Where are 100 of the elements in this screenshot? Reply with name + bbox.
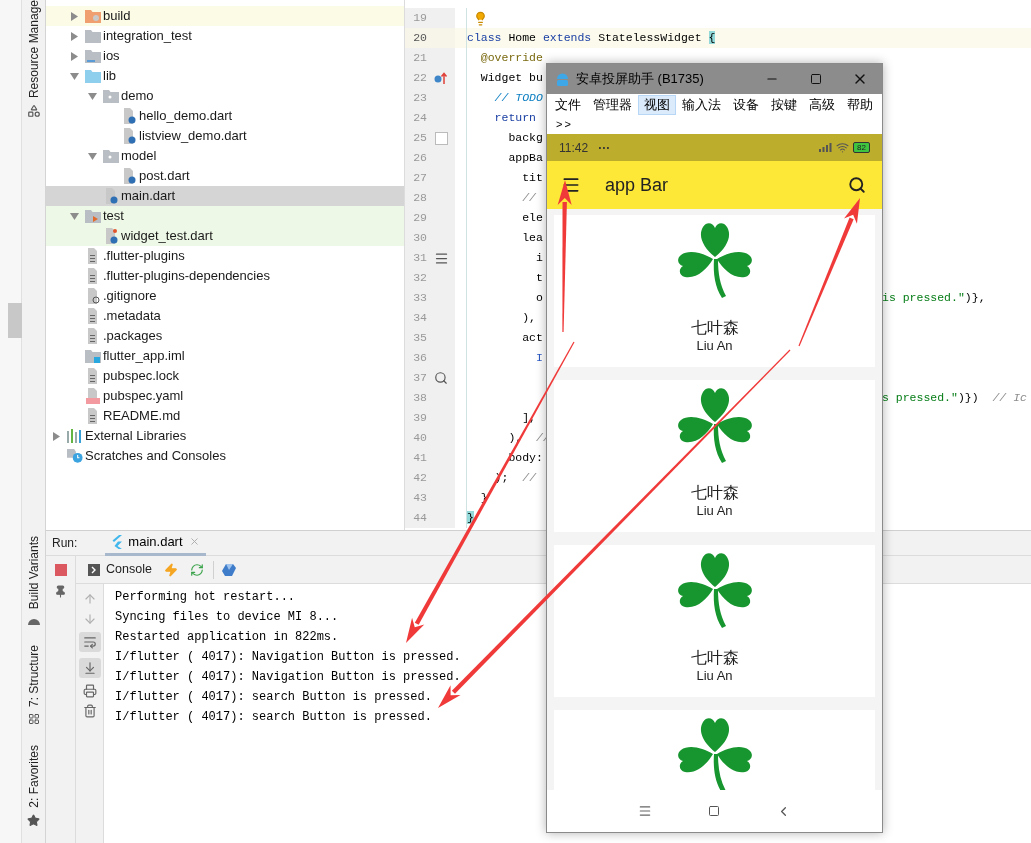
tree-item[interactable]: pubspec.lock — [46, 366, 404, 386]
tree-item[interactable]: .gitignore — [46, 286, 404, 306]
pin-icon[interactable] — [54, 585, 67, 598]
down-arrow-icon[interactable] — [82, 612, 97, 626]
menu-item[interactable]: 文件 — [549, 95, 587, 115]
folder-icon — [85, 29, 101, 43]
tree-item[interactable]: Scratches and Consoles — [46, 446, 404, 466]
tree-item[interactable]: post.dart — [46, 166, 404, 186]
code-text: @override — [479, 50, 543, 67]
collapse-arrow-icon[interactable] — [88, 91, 97, 101]
tree-item[interactable]: .flutter-plugins — [46, 246, 404, 266]
code-text: lea — [521, 230, 543, 247]
overflow-menu[interactable]: >> — [556, 116, 880, 132]
shapes-icon — [26, 104, 41, 119]
color-swatch-icon[interactable] — [434, 131, 448, 145]
list-icon[interactable] — [433, 250, 449, 266]
battery-indicator: 82 — [853, 142, 870, 153]
line-number: 19 — [412, 10, 427, 27]
menu-icon[interactable] — [561, 175, 581, 195]
line-number: 37 — [412, 370, 427, 387]
tree-item[interactable]: integration_test — [46, 26, 404, 46]
up-arrow-icon[interactable] — [82, 592, 97, 606]
code-text: o — [535, 290, 543, 307]
collapse-arrow-icon[interactable] — [70, 211, 79, 221]
code-text: s pressed.")}) // Ic — [882, 390, 1027, 407]
lightbulb-icon[interactable] — [473, 10, 488, 26]
stop-button[interactable] — [54, 564, 67, 576]
expand-arrow-icon[interactable] — [70, 51, 79, 61]
line-number: 43 — [412, 490, 427, 507]
tool-window-tab[interactable]: 7: Structure — [24, 645, 43, 726]
tree-item[interactable]: hello_demo.dart — [46, 106, 404, 126]
tree-item[interactable]: External Libraries — [46, 426, 404, 446]
tree-item[interactable]: widget_test.dart — [46, 226, 404, 246]
tree-item[interactable]: lib — [46, 66, 404, 86]
override-marker-icon[interactable] — [434, 71, 448, 85]
card-title: 七叶森 — [690, 318, 739, 338]
menu-item[interactable]: 按键 — [765, 95, 803, 115]
expand-arrow-icon[interactable] — [70, 11, 79, 21]
menu-item[interactable]: 帮助 — [841, 95, 879, 115]
tree-item[interactable]: listview_demo.dart — [46, 126, 404, 146]
app-bar-title: app Bar — [605, 173, 669, 197]
ignored-file-icon — [86, 288, 100, 304]
expand-arrow-icon[interactable] — [52, 431, 61, 441]
menu-item[interactable]: 设备 — [727, 95, 765, 115]
expand-arrow-icon[interactable] — [70, 31, 79, 41]
android-icon — [555, 71, 570, 87]
scroll-to-end-icon[interactable] — [82, 661, 97, 675]
tree-item[interactable]: ios — [46, 46, 404, 66]
tree-item[interactable]: .metadata — [46, 306, 404, 326]
line-number: 41 — [412, 450, 427, 467]
tool-window-tab[interactable]: Resource Manage — [24, 0, 43, 119]
dart-file-icon — [122, 108, 136, 124]
line-number: 38 — [412, 390, 427, 407]
tool-window-tab[interactable]: Build Variants — [24, 536, 43, 626]
menu-item[interactable]: 视图 — [638, 95, 676, 115]
hot-restart-icon[interactable] — [189, 562, 204, 577]
tree-item[interactable]: main.dart — [46, 186, 404, 206]
tree-item[interactable]: test — [46, 206, 404, 226]
module-icon — [85, 349, 101, 363]
search-icon[interactable] — [848, 176, 866, 194]
list-card[interactable]: 七叶森 Liu An — [554, 545, 875, 697]
tree-item[interactable]: .flutter-plugins-dependencies — [46, 266, 404, 286]
dart-devtools-icon[interactable] — [221, 562, 236, 577]
console-line: Syncing files to device MI 8... — [115, 609, 339, 626]
tree-item[interactable]: flutter_app.iml — [46, 346, 404, 366]
tree-item[interactable]: demo — [46, 86, 404, 106]
console-tab[interactable]: Console — [88, 560, 152, 579]
tree-item[interactable]: .packages — [46, 326, 404, 346]
list-card[interactable]: 七叶森 Liu An — [554, 380, 875, 532]
tool-window-tab[interactable]: 2: Favorites — [24, 745, 43, 827]
scratch-icon — [67, 448, 83, 464]
recents-icon[interactable] — [638, 804, 652, 818]
tree-item[interactable]: model — [46, 146, 404, 166]
scrollbar-thumb[interactable] — [8, 303, 22, 338]
menu-item[interactable]: 输入法 — [676, 95, 727, 115]
code-text: Widget bu — [479, 70, 543, 87]
signal-icon — [819, 143, 833, 152]
menu-item[interactable]: 高级 — [803, 95, 841, 115]
hot-reload-icon[interactable] — [163, 562, 178, 577]
code-text: act — [521, 330, 543, 347]
print-icon[interactable] — [82, 684, 97, 698]
collapse-arrow-icon[interactable] — [88, 151, 97, 161]
tree-item[interactable]: pubspec.yaml — [46, 386, 404, 406]
list-card[interactable]: 七叶森 Liu An — [554, 215, 875, 367]
maximize-icon[interactable] — [810, 73, 822, 85]
code-text: I — [535, 350, 543, 367]
home-icon[interactable] — [708, 805, 720, 817]
wifi-icon — [836, 141, 850, 154]
tree-item[interactable]: README.md — [46, 406, 404, 426]
trash-icon[interactable] — [82, 704, 97, 718]
card-subtitle: Liu An — [696, 503, 733, 519]
collapse-arrow-icon[interactable] — [70, 71, 79, 81]
dart-file-icon — [122, 168, 136, 184]
folder-icon — [85, 69, 101, 83]
run-tab[interactable]: main.dart — [105, 530, 206, 556]
soft-wrap-icon[interactable] — [82, 635, 97, 649]
menu-item[interactable]: 管理器 — [587, 95, 638, 115]
tree-item[interactable]: build — [46, 6, 404, 26]
card-subtitle: Liu An — [696, 338, 733, 354]
dart-file-icon — [122, 128, 136, 144]
